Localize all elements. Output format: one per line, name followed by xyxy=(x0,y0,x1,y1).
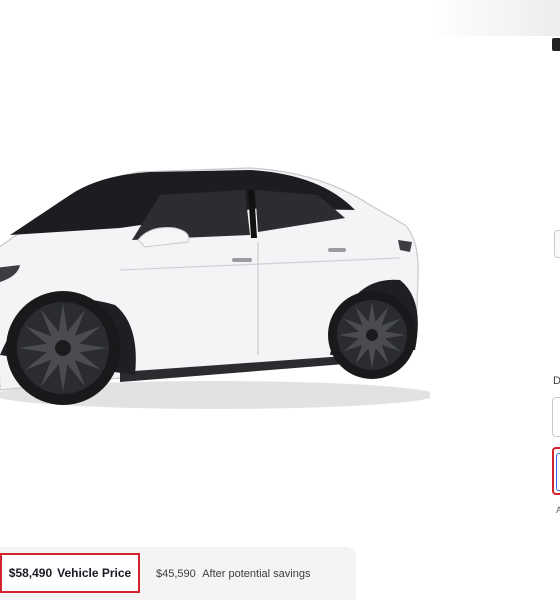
focused-field-edge[interactable] xyxy=(556,453,560,491)
vehicle-price-amount: $58,490 xyxy=(8,566,53,580)
vehicle-image xyxy=(0,150,435,430)
top-nav-fade xyxy=(430,0,560,36)
savings-price-amount: $45,590 xyxy=(156,568,196,580)
savings-price-label: After potential savings xyxy=(202,568,311,580)
field-label: D xyxy=(553,375,560,387)
field-note: A xyxy=(556,505,560,515)
nav-button-edge[interactable] xyxy=(552,38,560,51)
text-input-edge[interactable] xyxy=(552,397,560,437)
vehicle-price-toggle[interactable]: $58,490 Vehicle Price xyxy=(0,553,140,593)
savings-price-toggle[interactable]: $45,590 After potential savings xyxy=(156,568,310,580)
option-chip-edge[interactable] xyxy=(554,230,560,258)
vehicle-price-label: Vehicle Price xyxy=(57,566,132,580)
